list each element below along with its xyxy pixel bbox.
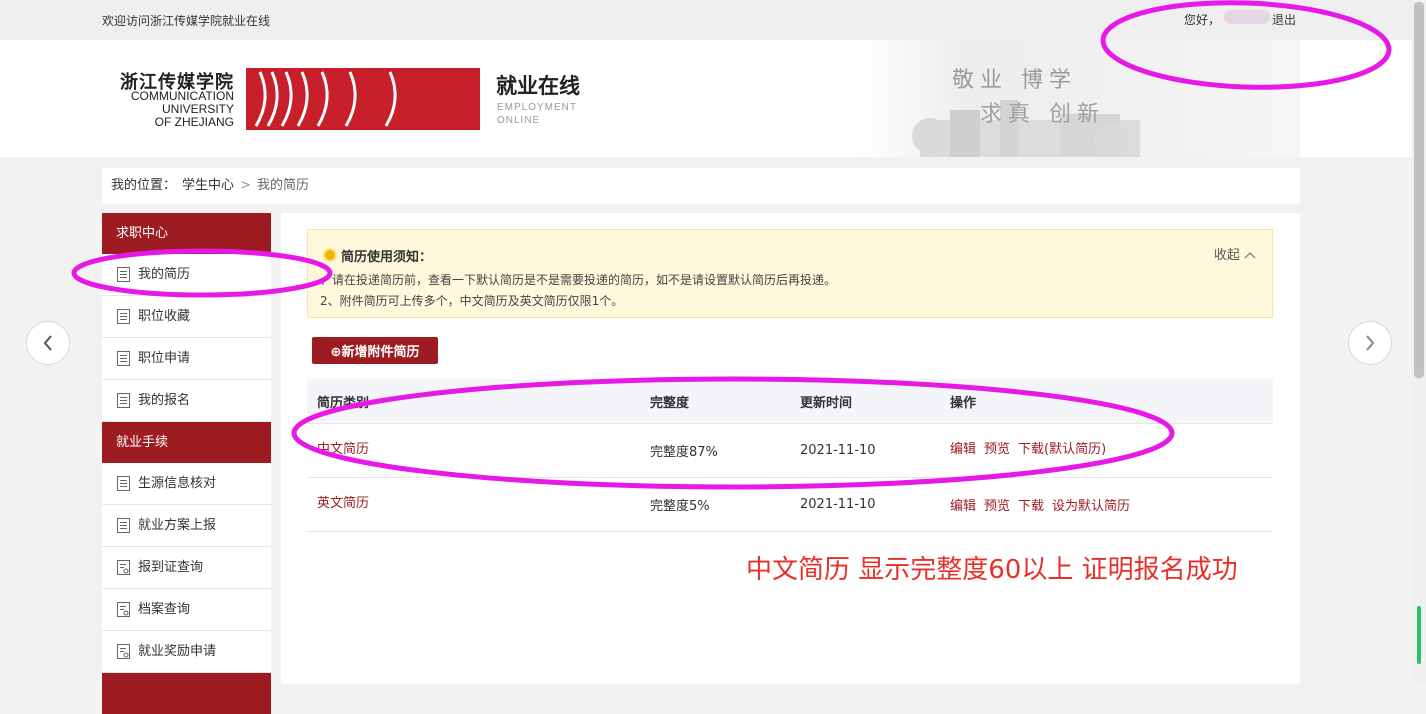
prev-arrow-button[interactable] (26, 321, 70, 365)
document-icon (117, 267, 130, 282)
notice-collapse-toggle[interactable]: 收起 (1214, 244, 1256, 263)
sidebar-item-my-resume[interactable]: 我的简历 (102, 254, 271, 296)
completeness-cell: 完整度87% (650, 445, 718, 460)
document-icon (117, 518, 130, 533)
breadcrumb: 我的位置： 学生中心 > 我的简历 (102, 168, 1300, 204)
lightbulb-icon (325, 250, 335, 260)
logo-english-name: COMMUNICATION UNIVERSITY OF ZHEJIANG (118, 90, 234, 129)
actions-cell: 编辑 预览 下载(默认简历) (950, 424, 1273, 457)
preview-link[interactable]: 预览 (984, 499, 1010, 514)
top-bar: 欢迎访问浙江传媒学院就业在线 您好， 退出 (0, 0, 1426, 40)
sidebar-item-job-favorites[interactable]: 职位收藏 (102, 296, 271, 338)
chevron-up-icon (1244, 252, 1256, 259)
document-icon (117, 309, 130, 324)
edit-link[interactable]: 编辑 (950, 499, 976, 514)
set-default-link[interactable]: 设为默认简历 (1052, 499, 1130, 514)
edit-link[interactable]: 编辑 (950, 442, 976, 457)
sidebar-item-archive-query[interactable]: 档案查询 (102, 589, 271, 631)
logo-en-line: OF ZHEJIANG (154, 115, 234, 129)
sidebar-section-employment-procedures: 就业手续 (102, 422, 271, 463)
notice-title: 简历使用须知： (341, 250, 433, 265)
sidebar-item-label: 职位申请 (138, 350, 191, 366)
notice-line-2: 2、附件简历可上传多个，中文简历及英文简历仅限1个。 (320, 294, 624, 308)
document-search-icon (117, 644, 130, 659)
column-header-type: 简历类别 (317, 395, 370, 411)
actions-cell: 编辑 预览 下载 设为默认简历 (950, 495, 1273, 514)
sidebar-item-label: 我的报名 (138, 392, 191, 408)
sidebar-item-label: 就业方案上报 (138, 517, 217, 533)
resume-notice-box: 简历使用须知： 、请在投递简历前，查看一下默认简历是不是需要投递的简历，如不是请… (307, 229, 1273, 318)
document-search-icon (117, 560, 130, 575)
sidebar-item-report-cert-query[interactable]: 报到证查询 (102, 547, 271, 589)
resume-type-link[interactable]: 中文简历 (317, 442, 369, 457)
breadcrumb-current: 我的简历 (256, 178, 309, 193)
motto-line-1: 敬业 博学 (952, 68, 1077, 93)
sidebar-item-my-registration[interactable]: 我的报名 (102, 380, 271, 422)
scrollbar-thumb[interactable] (1414, 2, 1424, 378)
sidebar-item-job-applications[interactable]: 职位申请 (102, 338, 271, 380)
column-header-completeness: 完整度 (650, 395, 690, 411)
greeting-text: 您好， (1184, 13, 1221, 27)
document-icon (117, 393, 130, 408)
sidebar-item-label: 职位收藏 (138, 308, 191, 324)
page-scrollbar[interactable] (1412, 0, 1426, 684)
resume-table: 简历类别 完整度 更新时间 操作 中文简历 完整度87% 2021-11-10 … (307, 379, 1273, 532)
chevron-right-icon (1366, 335, 1375, 351)
document-search-icon (117, 602, 130, 617)
sidebar-item-label: 就业奖励申请 (138, 643, 217, 659)
main-content: 简历使用须知： 、请在投递简历前，查看一下默认简历是不是需要投递的简历，如不是请… (281, 213, 1300, 684)
notice-line-1: 、请在投递简历前，查看一下默认简历是不是需要投递的简历，如不是请设置默认简历后再… (320, 273, 837, 287)
add-attachment-resume-button[interactable]: ⊕新增附件简历 (312, 337, 438, 364)
logout-link[interactable]: 退出 (1272, 11, 1296, 28)
resume-type-link[interactable]: 英文简历 (317, 496, 369, 511)
breadcrumb-label: 我的位置： (111, 178, 177, 193)
collapse-label: 收起 (1213, 248, 1240, 263)
preview-link[interactable]: 预览 (984, 442, 1010, 457)
sidebar-section-partial (102, 673, 271, 714)
annotation-note: 中文简历 显示完整度60以上 证明报名成功 (746, 555, 1238, 585)
sidebar-section-job-center: 求职中心 (102, 213, 271, 254)
updated-date-cell: 2021-11-10 (800, 443, 876, 458)
site-subtitle-line: ONLINE (497, 115, 541, 126)
sidebar: 求职中心 我的简历 职位收藏 职位申请 我的报名 就业手续 生源信息核对 就业方… (102, 213, 271, 714)
motto-line-2: 求真 创新 (980, 102, 1105, 127)
sidebar-item-student-info-check[interactable]: 生源信息核对 (102, 463, 271, 505)
table-row-chinese-resume: 中文简历 完整度87% 2021-11-10 编辑 预览 下载(默认简历) (307, 424, 1273, 478)
sidebar-item-label: 档案查询 (138, 601, 191, 617)
welcome-text: 欢迎访问浙江传媒学院就业在线 (102, 14, 271, 28)
column-header-actions: 操作 (950, 395, 977, 411)
side-indicator (1417, 606, 1421, 664)
breadcrumb-separator: > (240, 178, 251, 193)
sidebar-item-employment-plan-report[interactable]: 就业方案上报 (102, 505, 271, 547)
document-icon (117, 351, 130, 366)
updated-date-cell: 2021-11-10 (800, 497, 876, 512)
sidebar-item-label: 我的简历 (138, 266, 191, 282)
column-header-updated: 更新时间 (800, 395, 853, 411)
sidebar-item-label: 生源信息核对 (138, 475, 217, 491)
table-row-english-resume: 英文简历 完整度5% 2021-11-10 编辑 预览 下载 设为默认简历 (307, 478, 1273, 532)
document-icon (117, 476, 130, 491)
username-redacted (1224, 10, 1270, 24)
next-arrow-button[interactable] (1348, 321, 1392, 365)
site-header: 浙江传媒学院 COMMUNICATION UNIVERSITY OF ZHEJI… (0, 40, 1412, 157)
chevron-left-icon (43, 335, 52, 351)
sidebar-item-label: 报到证查询 (138, 559, 204, 575)
logo-emblem-icon (246, 68, 480, 130)
completeness-cell: 完整度5% (650, 499, 710, 514)
download-link[interactable]: 下载 (1018, 499, 1044, 514)
table-header: 简历类别 完整度 更新时间 操作 (307, 379, 1273, 424)
download-default-link[interactable]: 下载(默认简历) (1018, 442, 1106, 457)
site-subtitle-line: EMPLOYMENT (497, 102, 578, 113)
site-subtitle: EMPLOYMENT ONLINE (497, 101, 577, 127)
site-title: 就业在线 (496, 73, 580, 98)
sidebar-item-employment-award-apply[interactable]: 就业奖励申请 (102, 631, 271, 673)
breadcrumb-link-student-center[interactable]: 学生中心 (182, 178, 234, 193)
